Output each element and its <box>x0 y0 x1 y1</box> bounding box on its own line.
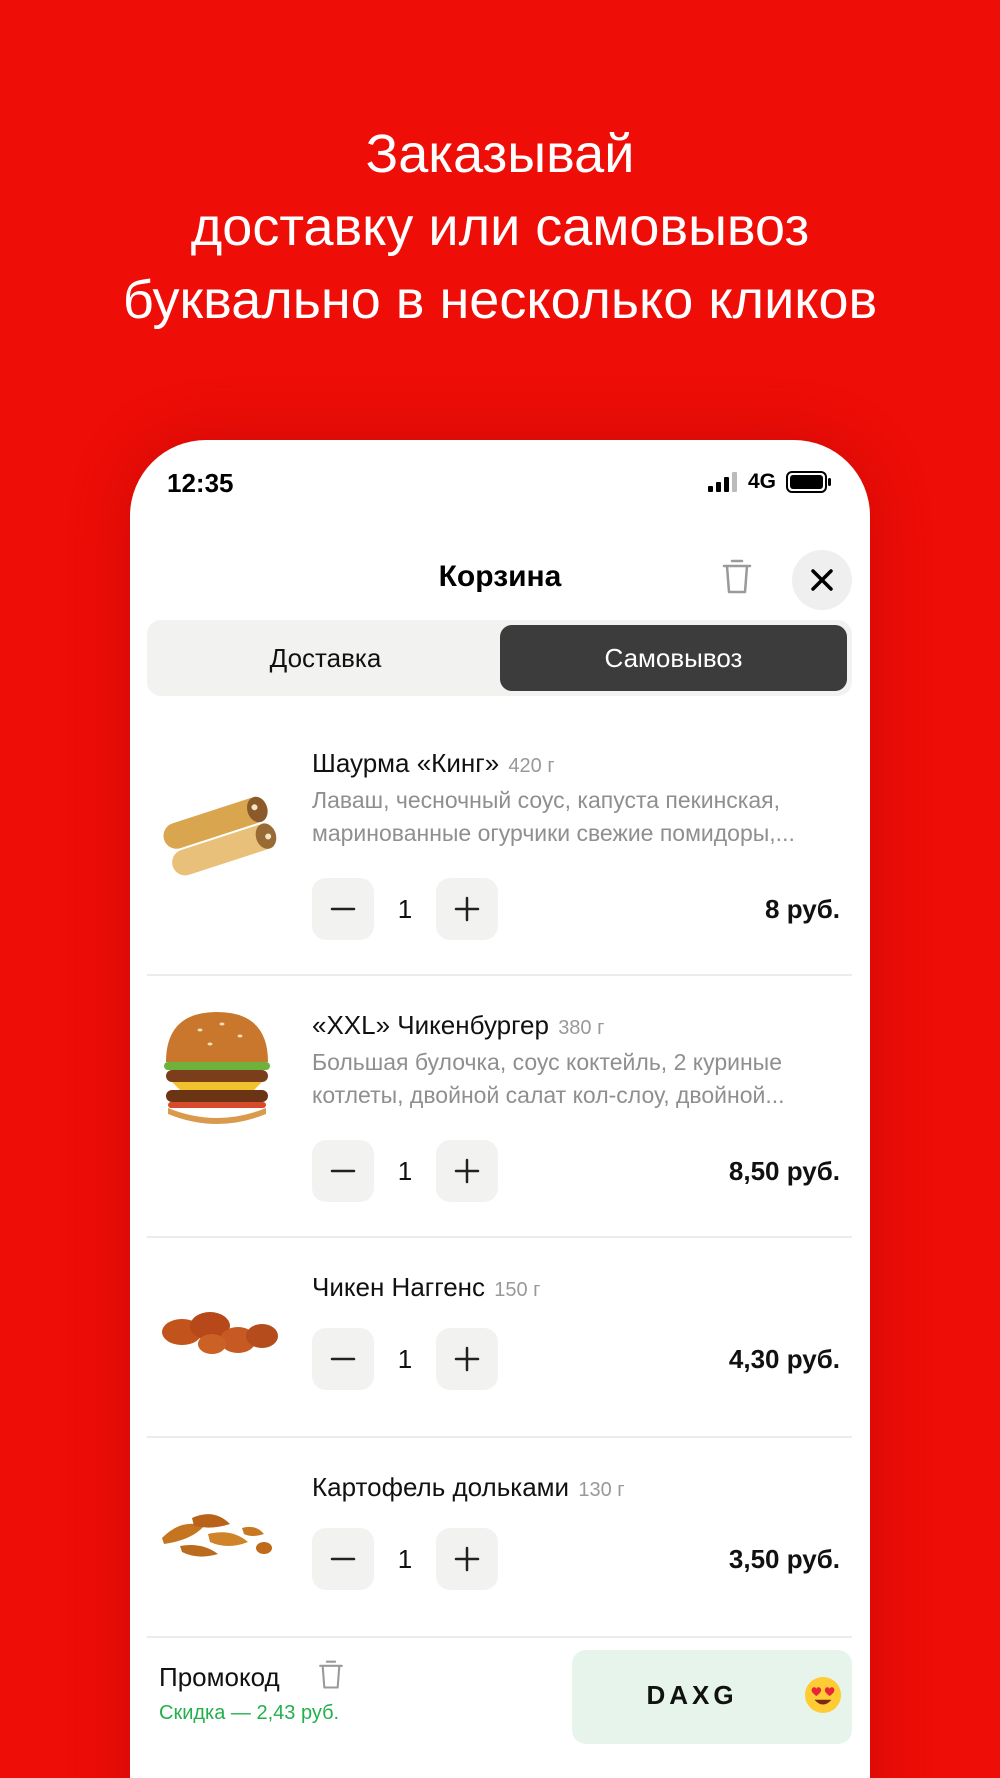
promo-code-field[interactable]: DAXG <box>572 1650 852 1744</box>
quantity-stepper: 1 <box>312 1328 498 1390</box>
headline-line-3: буквально в несколько кликов <box>122 270 878 330</box>
item-weight: 420 г <box>508 755 555 777</box>
close-icon <box>811 569 833 591</box>
quantity-value: 1 <box>397 893 413 924</box>
quantity-stepper: 1 <box>312 1140 498 1202</box>
status-indicators: 4G <box>707 470 832 494</box>
quantity-stepper: 1 <box>312 878 498 940</box>
item-name: Чикен Наггенс 150 г <box>312 1272 540 1303</box>
cart-item-potato-wedges: Картофель дольками 130 г 1 3,50 руб. <box>147 1442 852 1632</box>
minus-icon <box>330 907 356 911</box>
battery-icon <box>786 471 831 493</box>
item-name: Шаурма «Кинг» 420 г <box>312 748 555 779</box>
cart-title: Корзина <box>438 560 562 593</box>
divider <box>147 974 852 976</box>
plus-icon <box>454 1546 480 1572</box>
increase-button[interactable] <box>436 878 498 940</box>
item-title: Шаурма «Кинг» <box>312 748 500 778</box>
close-button[interactable] <box>792 550 852 610</box>
item-description: Лаваш, чесночный соус, капуста пекинская… <box>312 784 842 850</box>
divider <box>147 1436 852 1438</box>
item-description-line: Большая булочка, соус коктейль, 2 курины… <box>312 1049 782 1075</box>
promo-code-value: DAXG <box>646 1680 738 1710</box>
status-bar: 12:35 4G <box>130 440 870 520</box>
cart-item-nuggets: Чикен Наггенс 150 г 1 4,30 руб. <box>147 1242 852 1432</box>
quantity-value: 1 <box>397 1343 413 1374</box>
item-name: «XXL» Чикенбургер 380 г <box>312 1010 604 1041</box>
burger-image <box>164 1012 270 1124</box>
nuggets-image <box>162 1312 278 1354</box>
item-price: 3,50 руб. <box>728 1544 840 1574</box>
item-price: 8 руб. <box>765 894 840 924</box>
increase-button[interactable] <box>436 1328 498 1390</box>
trash-icon <box>319 1660 343 1689</box>
decrease-button[interactable] <box>312 878 374 940</box>
signal-icon <box>707 472 737 492</box>
plus-icon <box>454 1346 480 1372</box>
item-weight: 150 г <box>494 1279 541 1301</box>
item-price: 4,30 руб. <box>728 1344 840 1374</box>
status-time: 12:35 <box>167 468 234 498</box>
increase-button[interactable] <box>436 1528 498 1590</box>
item-description-line: Лаваш, чесночный соус, капуста пекинская… <box>312 787 780 813</box>
item-name: Картофель дольками 130 г <box>312 1472 625 1503</box>
headline-line-2: доставку или самовывоз <box>190 197 810 257</box>
network-type: 4G <box>747 470 776 493</box>
promo-section: Промокод Скидка — 2,43 руб. DAXG <box>147 1650 852 1750</box>
quantity-stepper: 1 <box>312 1528 498 1590</box>
plus-icon <box>454 896 480 922</box>
cart-item-chickenburger: «XXL» Чикенбургер 380 г Большая булочка,… <box>147 980 852 1230</box>
cart-header: Корзина <box>130 540 870 620</box>
item-description-line: котлеты, двойной салат кол-слоу, двойной… <box>312 1082 785 1108</box>
headline: Заказывай доставку или самовывоз букваль… <box>0 118 1000 337</box>
shawarma-image <box>163 796 277 876</box>
delivery-type-switch: Доставка Самовывоз <box>147 620 852 696</box>
minus-icon <box>330 1357 356 1361</box>
item-weight: 380 г <box>558 1017 605 1039</box>
minus-icon <box>330 1557 356 1561</box>
item-description-line: маринованные огурчики свежие помидоры,..… <box>312 820 795 846</box>
item-title: Чикен Наггенс <box>312 1272 486 1302</box>
item-weight: 130 г <box>578 1479 625 1501</box>
trash-icon <box>722 559 752 594</box>
item-title: Картофель дольками <box>312 1472 570 1502</box>
quantity-value: 1 <box>397 1543 413 1574</box>
remove-promo-button[interactable] <box>318 1660 348 1694</box>
divider <box>147 1236 852 1238</box>
minus-icon <box>330 1169 356 1173</box>
promo-discount: Скидка — 2,43 руб. <box>159 1702 340 1724</box>
heart-eyes-emoji-icon <box>804 1676 842 1714</box>
headline-line-1: Заказывай <box>365 124 635 184</box>
plus-icon <box>454 1158 480 1184</box>
item-price: 8,50 руб. <box>728 1156 840 1186</box>
decrease-button[interactable] <box>312 1528 374 1590</box>
divider <box>147 1636 852 1638</box>
quantity-value: 1 <box>397 1155 413 1186</box>
decrease-button[interactable] <box>312 1328 374 1390</box>
item-description: Большая булочка, соус коктейль, 2 курины… <box>312 1046 842 1112</box>
tab-delivery[interactable]: Доставка <box>152 625 499 691</box>
tab-pickup[interactable]: Самовывоз <box>500 625 847 691</box>
promo-label: Промокод <box>159 1662 280 1692</box>
decrease-button[interactable] <box>312 1140 374 1202</box>
phone-screen: 12:35 4G Корзина Доставка Самовывоз Шаур… <box>130 440 870 1778</box>
item-title: «XXL» Чикенбургер <box>312 1010 549 1040</box>
cart-item-shawarma: Шаурма «Кинг» 420 г Лаваш, чесночный соу… <box>147 718 852 968</box>
clear-cart-button[interactable] <box>715 552 759 602</box>
increase-button[interactable] <box>436 1140 498 1202</box>
potato-wedges-image <box>162 1514 272 1557</box>
